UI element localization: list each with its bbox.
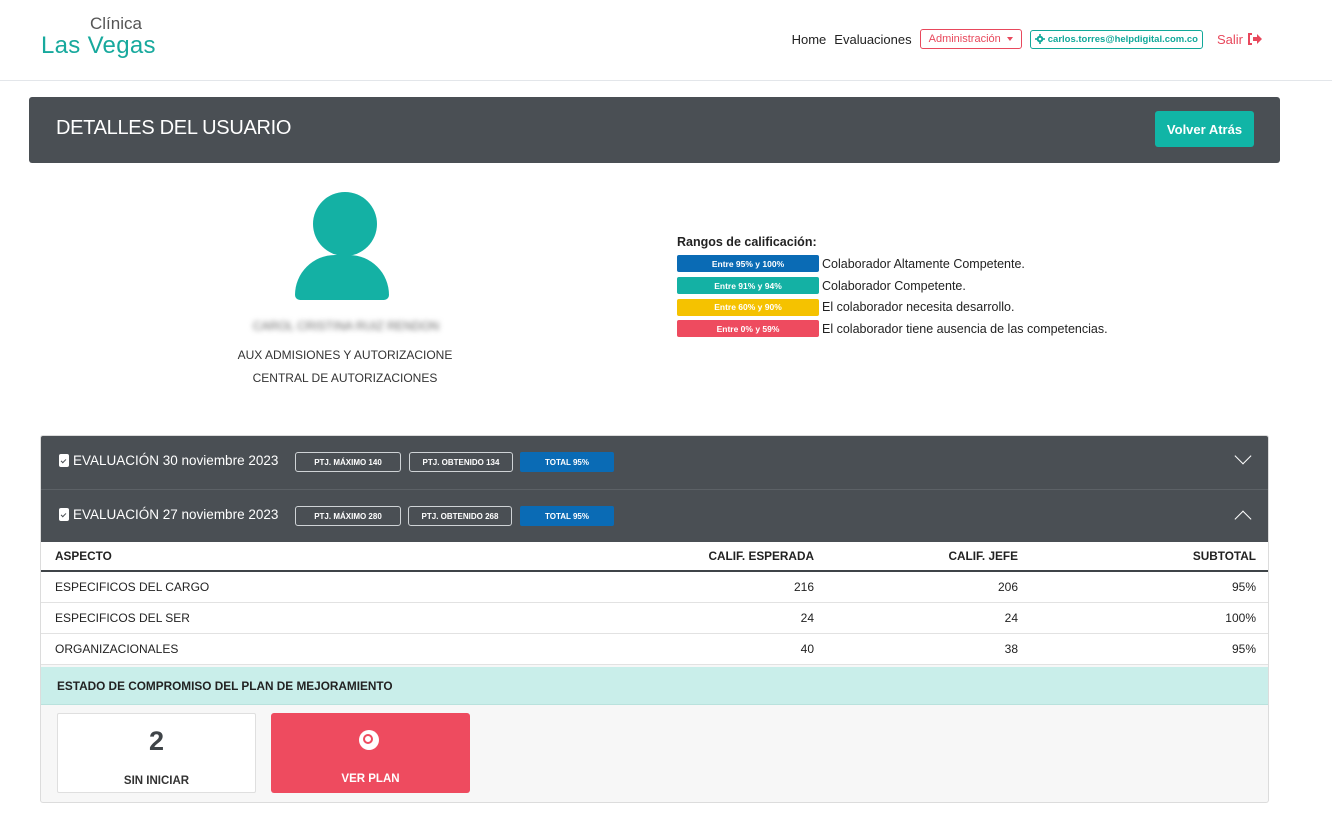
status-count: 2: [148, 726, 165, 756]
sign-out-icon: [1248, 33, 1262, 45]
cell-subtotal: 95%: [1032, 633, 1268, 665]
obtained-score-badge: PTJ. OBTENIDO 134: [409, 452, 513, 472]
gear-icon: [1034, 34, 1045, 44]
range-label: Colaborador Altamente Competente.: [822, 256, 1025, 271]
max-score-badge: PTJ. MÁXIMO 140: [295, 452, 401, 472]
user-account-button[interactable]: carlos.torres@helpdigital.com.co: [1029, 29, 1203, 49]
rating-ranges-title: Rangos de calificación:: [677, 235, 817, 249]
admin-dropdown-label: Administración: [928, 33, 1001, 45]
user-email: carlos.torres@helpdigital.com.co: [1047, 33, 1198, 45]
range-row: Entre 95% y 100% Colaborador Altamente C…: [677, 253, 1108, 275]
clipboard-check-icon: [59, 454, 69, 467]
user-area: CENTRAL DE AUTORIZACIONES: [252, 371, 438, 385]
cell-jefe: 24: [828, 602, 1032, 634]
nav-links: Home Evaluaciones Administración carlos.…: [792, 28, 1262, 50]
max-score-badge: PTJ. MÁXIMO 280: [295, 506, 401, 526]
range-row: Entre 0% y 59% El colaborador tiene ause…: [677, 318, 1108, 340]
nav-home-link[interactable]: Home: [792, 32, 827, 47]
view-plan-button[interactable]: VER PLAN: [271, 713, 470, 793]
cell-esperada: 24: [521, 602, 828, 634]
cell-esperada: 216: [521, 571, 828, 603]
table-row: ORGANIZACIONALES 40 38 95%: [41, 633, 1268, 665]
avatar-icon: [313, 192, 377, 256]
user-role: AUX ADMISIONES Y AUTORIZACIONE: [237, 348, 453, 362]
improvement-plan-title: ESTADO DE COMPROMISO DEL PLAN DE MEJORAM…: [41, 667, 1268, 705]
status-count-card: 2 SIN INICIAR: [57, 713, 256, 793]
cell-aspecto: ESPECIFICOS DEL SER: [41, 602, 521, 634]
page-title: DETALLES DEL USUARIO: [56, 117, 292, 139]
user-name: CAROL CRISTINA RUIZ RENDON: [252, 319, 440, 333]
chevron-up-icon[interactable]: [1234, 510, 1252, 528]
evaluation-header-expanded[interactable]: EVALUACIÓN 27 noviembre 2023 PTJ. MÁXIMO…: [41, 489, 1268, 542]
cell-subtotal: 100%: [1032, 602, 1268, 634]
evaluation-title-text: EVALUACIÓN 30 noviembre 2023: [73, 453, 279, 468]
rating-ranges: Rangos de calificación: Entre 95% y 100%…: [677, 235, 1108, 340]
logout-link[interactable]: Salir: [1217, 32, 1262, 47]
range-label: El colaborador tiene ausencia de las com…: [822, 321, 1108, 336]
chevron-down-icon[interactable]: [1234, 447, 1252, 465]
logout-label: Salir: [1216, 31, 1243, 47]
evaluation-title: EVALUACIÓN 30 noviembre 2023: [59, 453, 278, 468]
evaluation-header-collapsed[interactable]: EVALUACIÓN 30 noviembre 2023 PTJ. MÁXIMO…: [41, 436, 1268, 489]
range-row: Entre 91% y 94% Colaborador Competente.: [677, 275, 1108, 297]
table-row: ESPECIFICOS DEL CARGO 216 206 95%: [41, 571, 1268, 603]
back-button[interactable]: Volver Atrás: [1155, 111, 1254, 147]
brand-line1: Clínica: [90, 14, 142, 33]
evaluation-table: ASPECTO CALIF. ESPERADA CALIF. JEFE SUBT…: [41, 542, 1268, 665]
range-badge: Entre 0% y 59%: [677, 320, 819, 338]
cell-aspecto: ORGANIZACIONALES: [41, 633, 521, 665]
avatar-body: [295, 255, 389, 300]
range-label: El colaborador necesita desarrollo.: [822, 300, 1015, 315]
range-badge: Entre 60% y 90%: [677, 298, 819, 316]
range-row: Entre 60% y 90% El colaborador necesita …: [677, 296, 1108, 318]
table-header-row: ASPECTO CALIF. ESPERADA CALIF. JEFE SUBT…: [41, 542, 1268, 572]
page-header: DETALLES DEL USUARIO Volver Atrás: [29, 97, 1280, 163]
nav-evaluaciones-link[interactable]: Evaluaciones: [834, 32, 911, 47]
range-badge: Entre 91% y 94%: [677, 277, 819, 295]
chevron-down-icon: [1006, 37, 1013, 41]
status-count-label: SIN INICIAR: [123, 775, 190, 787]
evaluations-panel: EVALUACIÓN 30 noviembre 2023 PTJ. MÁXIMO…: [40, 435, 1269, 803]
brand-line2: Las Vegas: [41, 32, 156, 59]
cell-jefe: 206: [828, 571, 1032, 603]
range-badge: Entre 95% y 100%: [677, 255, 819, 273]
col-calif-jefe: CALIF. JEFE: [828, 542, 1032, 572]
view-plan-label: VER PLAN: [341, 773, 400, 785]
eye-icon: [359, 730, 379, 750]
col-calif-esperada: CALIF. ESPERADA: [521, 542, 828, 572]
table-row: ESPECIFICOS DEL SER 24 24 100%: [41, 602, 1268, 634]
evaluation-title: EVALUACIÓN 27 noviembre 2023: [59, 507, 278, 522]
total-badge: TOTAL 95%: [520, 452, 614, 472]
top-navbar: Clínica Las Vegas Home Evaluaciones Admi…: [0, 0, 1332, 81]
admin-dropdown[interactable]: Administración: [919, 29, 1022, 49]
col-aspecto: ASPECTO: [41, 542, 521, 572]
total-badge: TOTAL 95%: [520, 506, 614, 526]
range-label: Colaborador Competente.: [822, 278, 966, 293]
cell-esperada: 40: [521, 633, 828, 665]
cell-subtotal: 95%: [1032, 571, 1268, 603]
cell-aspecto: ESPECIFICOS DEL CARGO: [41, 571, 521, 603]
cell-jefe: 38: [828, 633, 1032, 665]
clipboard-check-icon: [59, 508, 69, 521]
col-subtotal: SUBTOTAL: [1032, 542, 1268, 572]
evaluation-title-text: EVALUACIÓN 27 noviembre 2023: [73, 507, 279, 522]
obtained-score-badge: PTJ. OBTENIDO 268: [408, 506, 512, 526]
